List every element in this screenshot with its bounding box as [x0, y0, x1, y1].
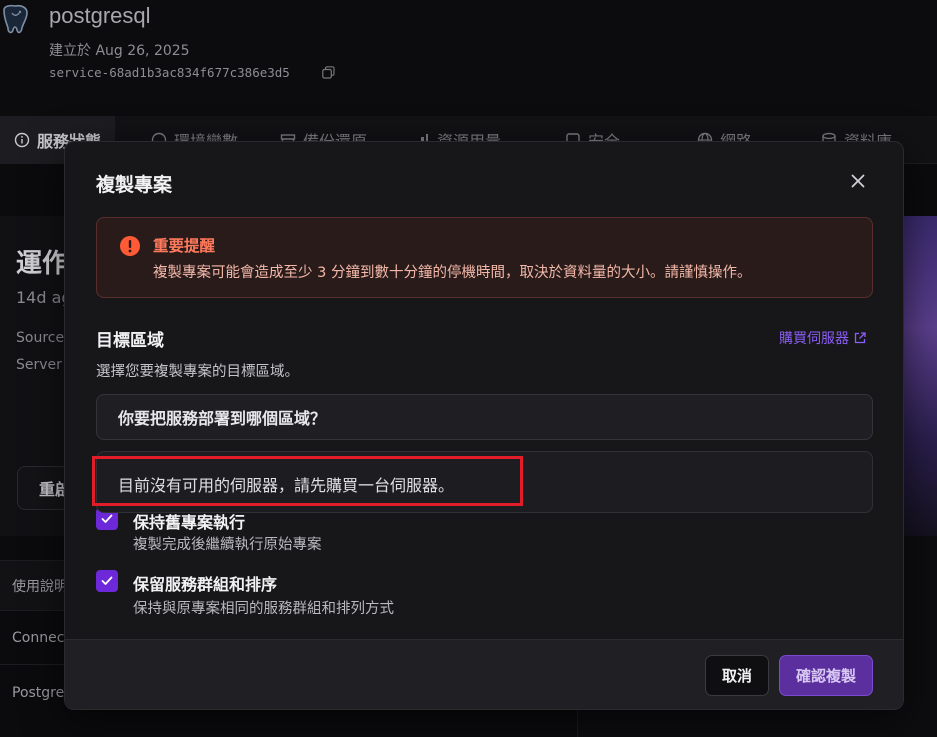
- cancel-button[interactable]: 取消: [705, 655, 769, 696]
- buy-server-link[interactable]: 購買伺服器: [779, 328, 866, 348]
- external-link-icon: [854, 332, 866, 344]
- dialog-title: 複製專案: [96, 174, 173, 196]
- duplicate-project-dialog: 複製專案 重要提醒 複製專案可能會造成至少 3 分鐘到數十分鐘的停機時間，取決於…: [64, 141, 904, 710]
- copy-icon[interactable]: [322, 66, 335, 79]
- warning-alert: 重要提醒 複製專案可能會造成至少 3 分鐘到數十分鐘的停機時間，取決於資料量的大…: [96, 217, 873, 298]
- option-description: 複製完成後繼續執行原始專案: [133, 537, 322, 553]
- target-region-description: 選擇您要複製專案的目標區域。: [96, 364, 299, 380]
- keep-groups-checkbox[interactable]: [96, 570, 118, 592]
- region-select[interactable]: 你要把服務部署到哪個區域？: [96, 394, 873, 440]
- check-icon: [101, 514, 113, 523]
- check-icon: [101, 576, 113, 585]
- background-image: [900, 216, 937, 536]
- page: postgresql 建立於 Aug 26, 2025 service-68ad…: [0, 0, 937, 737]
- alert-title: 重要提醒: [153, 237, 216, 255]
- close-icon[interactable]: [849, 172, 867, 190]
- service-id: service-68ad1b3ac834f677c386e3d5: [49, 65, 290, 80]
- target-region-title: 目標區域: [96, 331, 164, 351]
- postgresql-elephant-icon: [3, 4, 28, 34]
- server-label: Server: [16, 357, 62, 373]
- dialog-footer: 取消 確認複製: [65, 639, 903, 709]
- option-description: 保持與原專案相同的服務群組和排列方式: [133, 601, 394, 617]
- confirm-duplicate-button[interactable]: 確認複製: [779, 655, 873, 696]
- service-name: postgresql: [49, 3, 151, 28]
- status-text: 運作: [16, 249, 69, 279]
- alert-message: 複製專案可能會造成至少 3 分鐘到數十分鐘的停機時間，取決於資料量的大小。請謹慎…: [153, 265, 752, 281]
- alert-circle-icon: [120, 236, 140, 256]
- buy-server-label: 購買伺服器: [779, 331, 849, 347]
- option-label: 保留服務群組和排序: [133, 575, 278, 594]
- source-label: Source: [16, 330, 65, 346]
- highlight-box-overlay: [92, 456, 523, 506]
- service-created-date: 建立於 Aug 26, 2025: [49, 43, 190, 59]
- info-icon: [14, 132, 30, 148]
- service-header: postgresql 建立於 Aug 26, 2025 service-68ad…: [0, 0, 937, 116]
